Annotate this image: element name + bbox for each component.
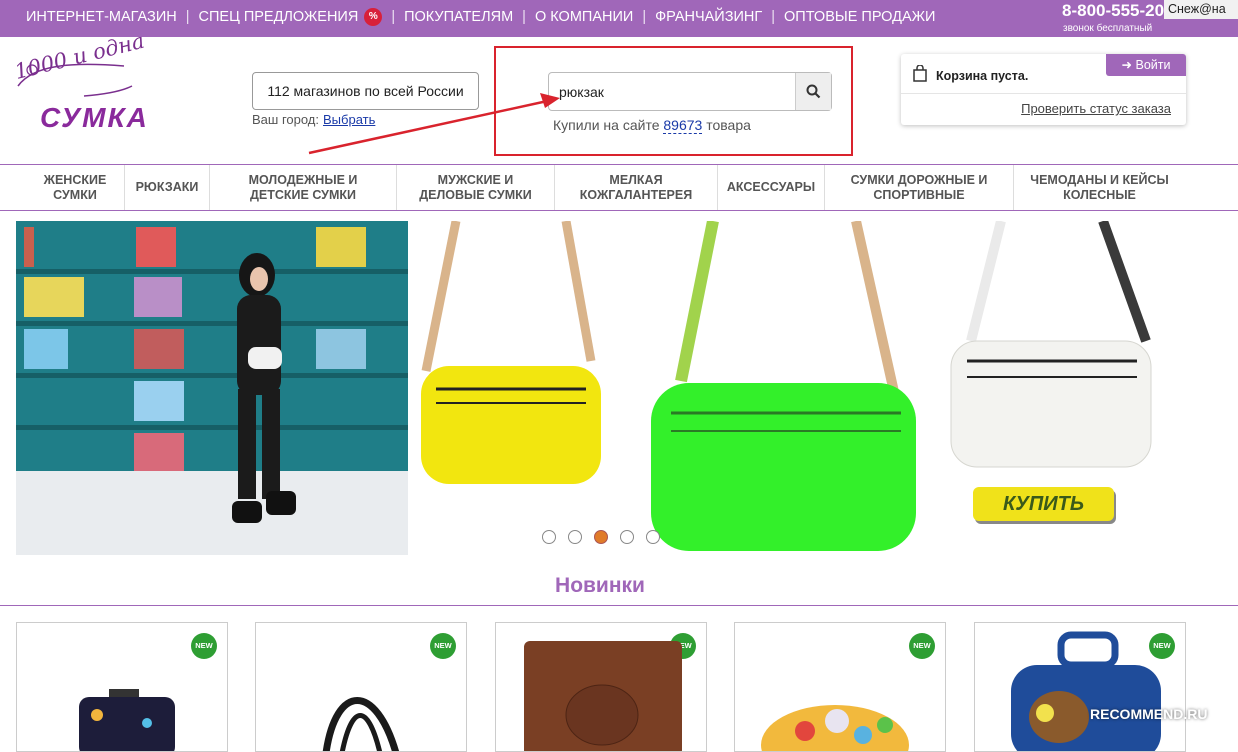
- product-card-2[interactable]: NEW: [255, 622, 467, 752]
- login-button[interactable]: ➜ Войти: [1106, 54, 1186, 76]
- product-card-5[interactable]: NEW: [974, 622, 1186, 752]
- watermark-user: Снеж@на: [1164, 0, 1238, 19]
- passport-cover-image: [524, 641, 682, 751]
- city-choose-link[interactable]: Выбрать: [323, 112, 375, 127]
- site-logo[interactable]: 1000 и одна СУМКА: [12, 29, 164, 133]
- city-label: Ваш город:: [252, 112, 319, 127]
- watermark-site: RECOMMEND.RU: [1090, 706, 1208, 722]
- shopping-bag-icon: [913, 65, 927, 82]
- banner-bookshelf-image: [16, 221, 408, 555]
- slider-dot-3[interactable]: [594, 530, 608, 544]
- top-nav-special-offers[interactable]: Спец предложения: [199, 9, 359, 25]
- category-accessories[interactable]: Аксессуары: [718, 165, 825, 210]
- promo-banner[interactable]: КУПИТЬ: [16, 221, 1188, 555]
- product-card-3[interactable]: NEW: [495, 622, 707, 752]
- suitcase-image: [79, 689, 175, 751]
- category-nav: Женские сумки Рюкзаки Молодежные и детск…: [0, 164, 1238, 211]
- login-label: Войти: [1135, 58, 1171, 72]
- search-button[interactable]: [795, 73, 831, 110]
- category-travel-sport-bags[interactable]: Сумки дорожные и спортивные: [825, 165, 1014, 210]
- bought-counter: Купили на сайте 89673 товара: [553, 117, 751, 134]
- category-men-business-bags[interactable]: Мужские и деловые сумки: [397, 165, 555, 210]
- slider-dot-2[interactable]: [568, 530, 582, 544]
- category-suitcases[interactable]: Чемоданы и кейсы колесные: [1014, 165, 1185, 210]
- category-backpacks[interactable]: Рюкзаки: [125, 165, 210, 210]
- product-card-1[interactable]: NEW: [16, 622, 228, 752]
- city-selector: Ваш город: Выбрать: [252, 112, 375, 127]
- kids-suitcase-image: [1011, 631, 1161, 751]
- section-title-new: Новинки: [555, 574, 645, 597]
- cart-widget: Корзина пуста. ➜ Войти Проверить статус …: [901, 54, 1186, 125]
- white-bag-image: [950, 221, 1152, 468]
- search-input[interactable]: [549, 73, 795, 110]
- black-bag-image: [322, 697, 400, 751]
- top-nav-franchise[interactable]: Франчайзинг: [655, 9, 762, 25]
- top-nav-wholesale[interactable]: Оптовые продажи: [784, 9, 935, 25]
- top-nav-customers[interactable]: Покупателям: [404, 9, 513, 25]
- slider-dot-4[interactable]: [620, 530, 634, 544]
- model-figure-icon: [232, 253, 296, 523]
- phone-note: звонок бесплатный: [1063, 23, 1153, 34]
- order-status-link[interactable]: Проверить статус заказа: [1021, 101, 1171, 116]
- top-nav-shop[interactable]: Интернет-магазин: [26, 9, 177, 25]
- top-bar: Интернет-магазин | Спец предложения % | …: [0, 0, 1238, 37]
- cart-divider: [901, 93, 1186, 94]
- category-youth-kids-bags[interactable]: Молодежные и детские сумки: [210, 165, 397, 210]
- green-bag-image: [651, 221, 916, 551]
- slider-dot-5[interactable]: [646, 530, 660, 544]
- bought-count[interactable]: 89673: [663, 117, 703, 134]
- yellow-bag-image: [421, 221, 601, 484]
- bought-suffix: товара: [706, 117, 751, 133]
- top-nav-about[interactable]: О компании: [535, 9, 633, 25]
- section-divider: [0, 605, 1238, 606]
- floral-pouch-image: [761, 705, 909, 751]
- bought-prefix: Купили на сайте: [553, 117, 660, 133]
- phone-number[interactable]: 8-800-555-20: [1062, 1, 1164, 21]
- login-icon: ➜: [1121, 58, 1132, 72]
- logo-bottom-text: СУМКА: [40, 102, 149, 133]
- search-box: [548, 72, 832, 111]
- top-nav: Интернет-магазин | Спец предложения % | …: [26, 7, 936, 26]
- search-icon: [806, 84, 821, 99]
- category-small-leather-goods[interactable]: Мелкая кожгалантерея: [555, 165, 718, 210]
- percent-badge: %: [364, 7, 383, 26]
- product-card-4[interactable]: NEW: [734, 622, 946, 752]
- slider-dots: [542, 530, 660, 544]
- slider-dot-1[interactable]: [542, 530, 556, 544]
- category-women-bags[interactable]: Женские сумки: [26, 165, 125, 210]
- buy-button[interactable]: КУПИТЬ: [973, 487, 1114, 521]
- cart-empty-text: Корзина пуста.: [936, 69, 1029, 83]
- stores-button[interactable]: 112 магазинов по всей России: [252, 72, 479, 110]
